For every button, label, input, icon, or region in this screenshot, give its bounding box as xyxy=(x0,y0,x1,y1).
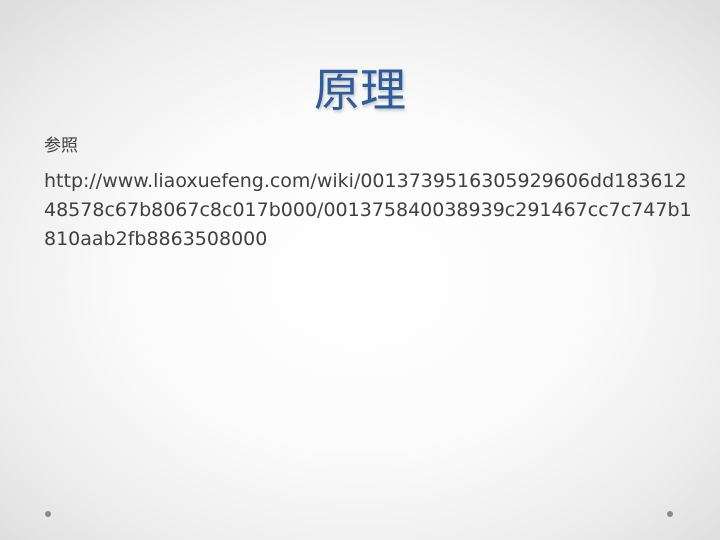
slide-body: 参照 http://www.liaoxuefeng.com/wiki/00137… xyxy=(44,133,694,254)
slide-title: 原理 xyxy=(314,63,406,117)
reference-link[interactable]: http://www.liaoxuefeng.com/wiki/00137395… xyxy=(44,167,694,254)
bottom-right-dot-icon xyxy=(667,511,673,517)
reference-label: 参照 xyxy=(44,136,78,156)
slide: 原理 参照 http://www.liaoxuefeng.com/wiki/00… xyxy=(0,0,720,540)
bottom-left-dot-icon xyxy=(45,511,51,517)
